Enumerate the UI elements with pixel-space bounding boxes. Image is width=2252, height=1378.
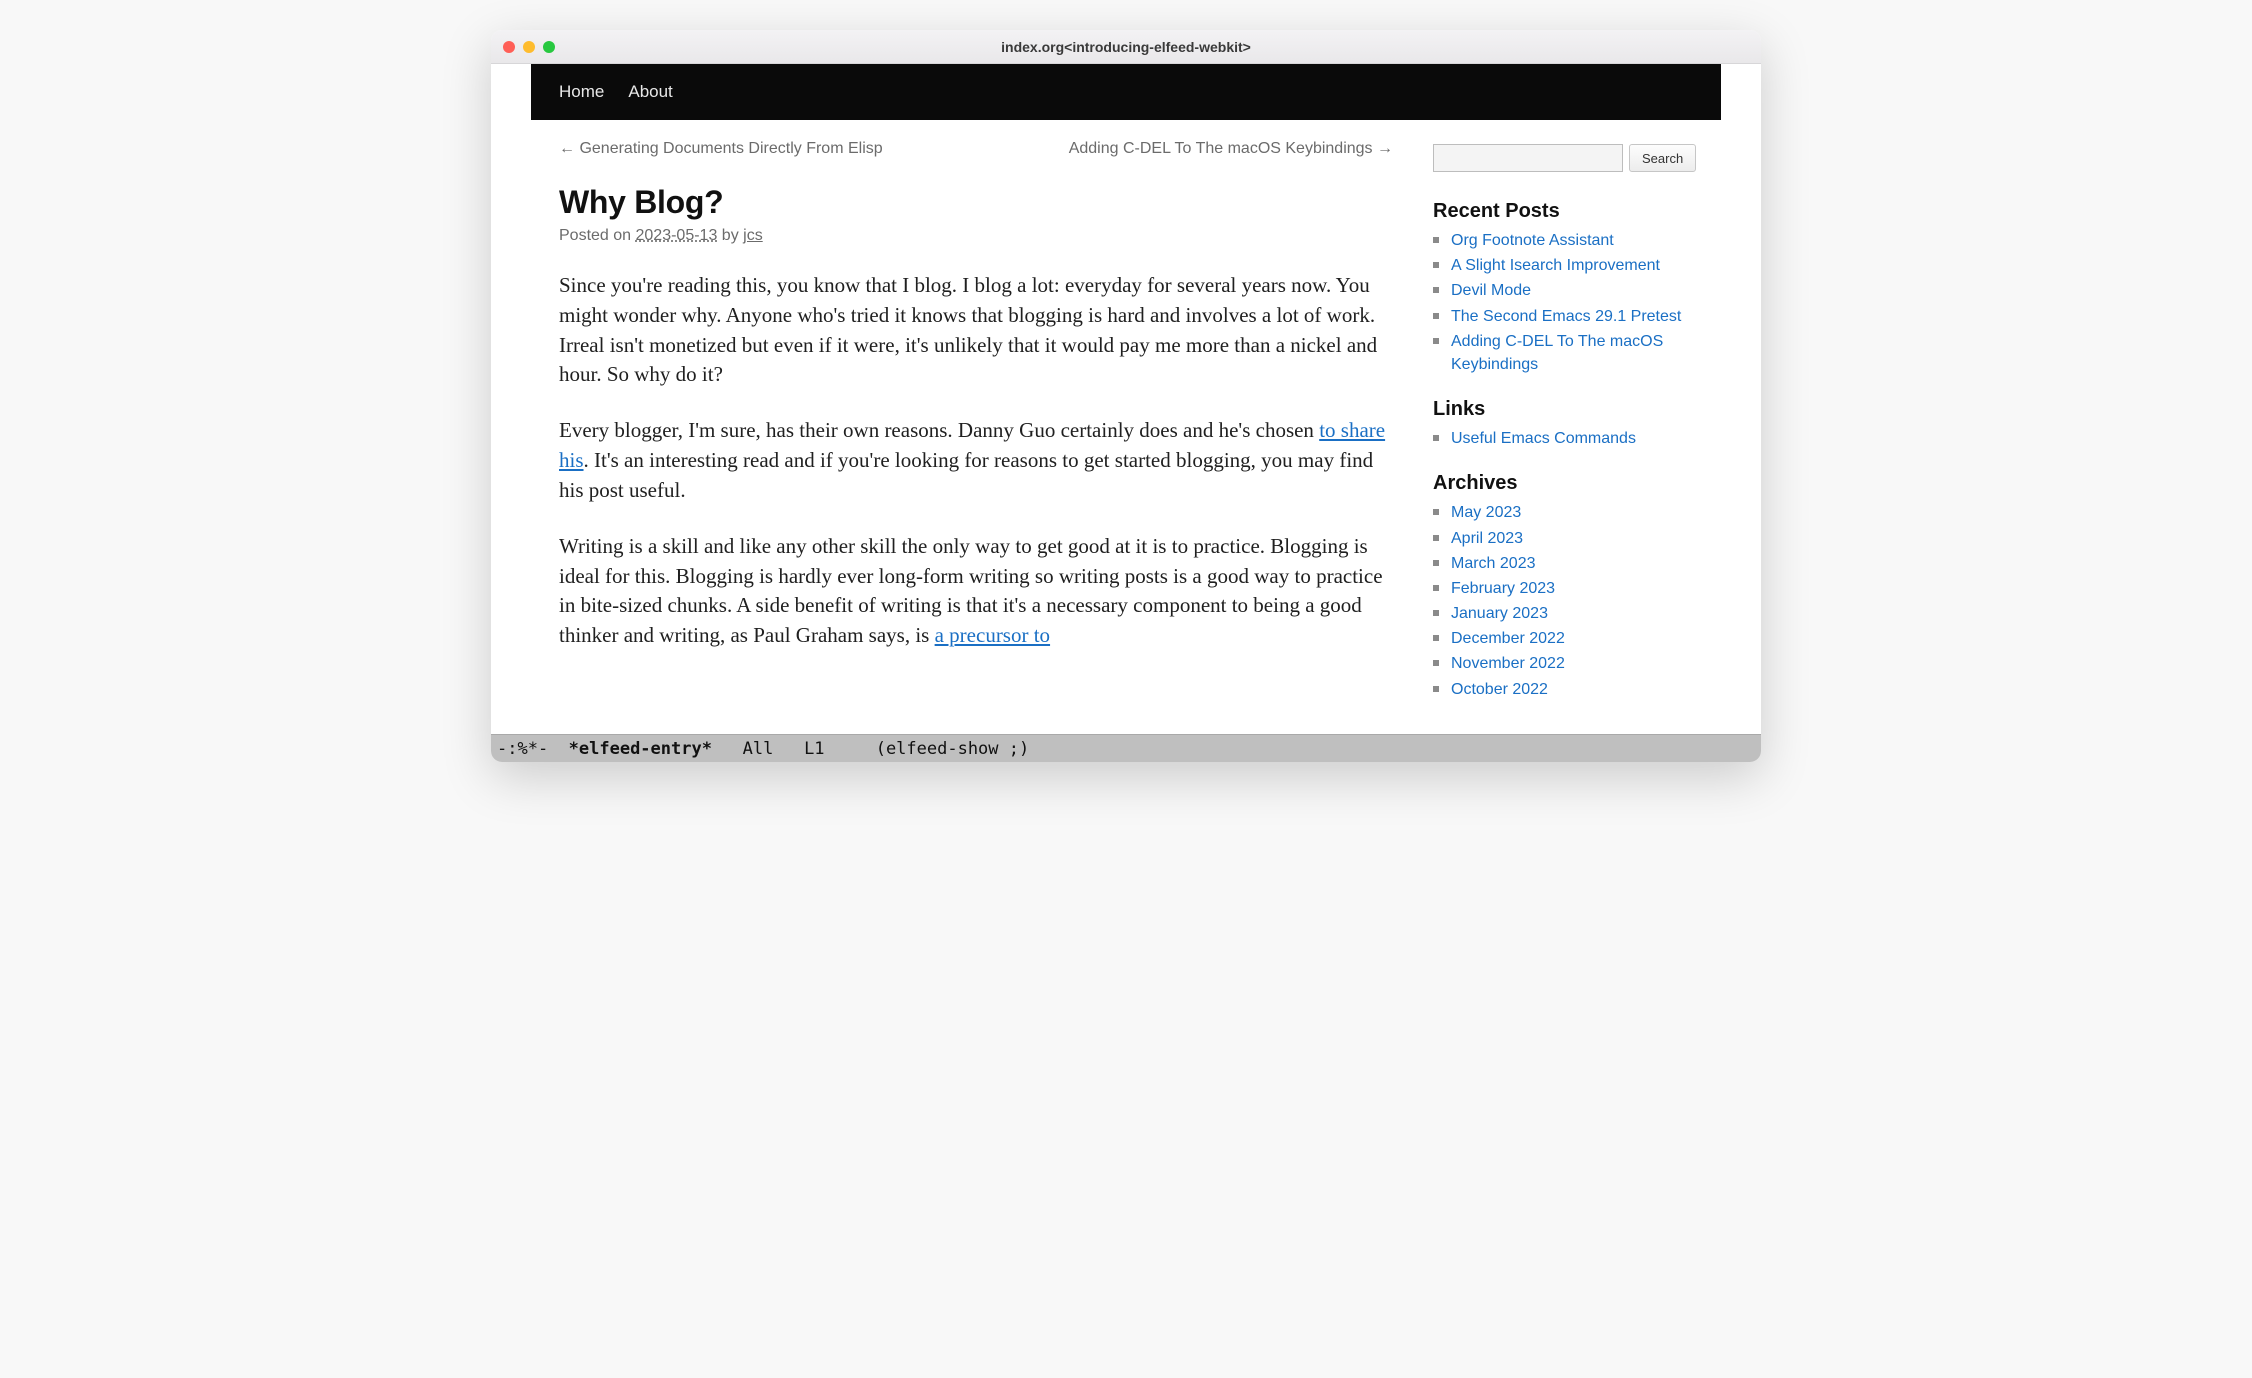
links-list: Useful Emacs Commands [1433, 427, 1693, 450]
paragraph-1: Since you're reading this, you know that… [559, 271, 1393, 390]
recent-post-link[interactable]: A Slight Isearch Improvement [1451, 257, 1660, 274]
emacs-modeline: -:%*- *elfeed-entry* All L1 (elfeed-show… [491, 734, 1761, 762]
post-title: Why Blog? [559, 184, 1393, 221]
modeline-status: All L1 (elfeed-show ;) [712, 739, 1029, 759]
paragraph-2: Every blogger, I'm sure, has their own r… [559, 416, 1393, 505]
link-item[interactable]: Useful Emacs Commands [1451, 430, 1636, 447]
archives-list: May 2023 April 2023 March 2023 February … [1433, 501, 1693, 701]
search-row: Search [1433, 144, 1693, 172]
nav-home[interactable]: Home [559, 82, 604, 102]
archive-link[interactable]: March 2023 [1451, 555, 1536, 572]
close-icon[interactable] [503, 41, 515, 53]
list-item: March 2023 [1433, 552, 1693, 575]
minimize-icon[interactable] [523, 41, 535, 53]
modeline-prefix: -:%*- [497, 739, 569, 759]
list-item: Devil Mode [1433, 279, 1693, 302]
list-item: October 2022 [1433, 678, 1693, 701]
viewport: Home About ← Generating Documents Direct… [491, 64, 1761, 734]
archive-link[interactable]: November 2022 [1451, 655, 1565, 672]
post-body: Since you're reading this, you know that… [559, 271, 1393, 651]
recent-posts-widget: Recent Posts Org Footnote Assistant A Sl… [1433, 200, 1693, 376]
main-column: ← Generating Documents Directly From Eli… [559, 140, 1393, 723]
list-item: January 2023 [1433, 602, 1693, 625]
recent-post-link[interactable]: The Second Emacs 29.1 Pretest [1451, 308, 1681, 325]
archive-link[interactable]: April 2023 [1451, 530, 1523, 547]
recent-post-link[interactable]: Org Footnote Assistant [1451, 232, 1614, 249]
modeline-buffer-name: *elfeed-entry* [569, 739, 712, 759]
archive-link[interactable]: February 2023 [1451, 580, 1555, 597]
recent-posts-list: Org Footnote Assistant A Slight Isearch … [1433, 229, 1693, 376]
archive-link[interactable]: May 2023 [1451, 504, 1521, 521]
archive-link[interactable]: October 2022 [1451, 681, 1548, 698]
list-item: A Slight Isearch Improvement [1433, 254, 1693, 277]
p2-text-a: Every blogger, I'm sure, has their own r… [559, 418, 1319, 442]
list-item: Org Footnote Assistant [1433, 229, 1693, 252]
window-title: index.org<introducing-elfeed-webkit> [491, 39, 1761, 55]
by-label: by [717, 227, 743, 244]
paragraph-3: Writing is a skill and like any other sk… [559, 532, 1393, 651]
recent-posts-title: Recent Posts [1433, 200, 1693, 223]
archive-link[interactable]: December 2022 [1451, 630, 1565, 647]
sidebar: Search Recent Posts Org Footnote Assista… [1433, 140, 1693, 723]
archive-link[interactable]: January 2023 [1451, 605, 1548, 622]
list-item: November 2022 [1433, 652, 1693, 675]
titlebar: index.org<introducing-elfeed-webkit> [491, 30, 1761, 64]
links-title: Links [1433, 398, 1693, 421]
nav-about[interactable]: About [628, 82, 672, 102]
recent-post-link[interactable]: Devil Mode [1451, 282, 1531, 299]
archives-widget: Archives May 2023 April 2023 March 2023 … [1433, 472, 1693, 701]
posted-on-label: Posted on [559, 227, 636, 244]
list-item: Useful Emacs Commands [1433, 427, 1693, 450]
maximize-icon[interactable] [543, 41, 555, 53]
page-body: ← Generating Documents Directly From Eli… [531, 120, 1721, 723]
post-meta: Posted on 2023-05-13 by jcs [559, 227, 1393, 245]
p2-text-b: . It's an interesting read and if you're… [559, 448, 1373, 502]
post-date[interactable]: 2023-05-13 [636, 227, 718, 244]
precursor-link[interactable]: a precursor to [935, 623, 1050, 647]
list-item: December 2022 [1433, 627, 1693, 650]
search-button[interactable]: Search [1629, 144, 1696, 172]
app-window: index.org<introducing-elfeed-webkit> Hom… [491, 30, 1761, 762]
list-item: April 2023 [1433, 527, 1693, 550]
traffic-lights [503, 41, 555, 53]
list-item: Adding C-DEL To The macOS Keybindings [1433, 330, 1693, 376]
search-input[interactable] [1433, 144, 1623, 172]
recent-post-link[interactable]: Adding C-DEL To The macOS Keybindings [1451, 333, 1663, 373]
list-item: May 2023 [1433, 501, 1693, 524]
post-author[interactable]: jcs [743, 227, 763, 244]
list-item: The Second Emacs 29.1 Pretest [1433, 305, 1693, 328]
page: Home About ← Generating Documents Direct… [531, 64, 1721, 723]
archives-title: Archives [1433, 472, 1693, 495]
links-widget: Links Useful Emacs Commands [1433, 398, 1693, 450]
primary-nav: Home About [531, 64, 1721, 120]
post-nav: ← Generating Documents Directly From Eli… [559, 140, 1393, 158]
next-post-link[interactable]: Adding C-DEL To The macOS Keybindings → [1069, 140, 1393, 158]
prev-post-link[interactable]: ← Generating Documents Directly From Eli… [559, 140, 883, 158]
list-item: February 2023 [1433, 577, 1693, 600]
